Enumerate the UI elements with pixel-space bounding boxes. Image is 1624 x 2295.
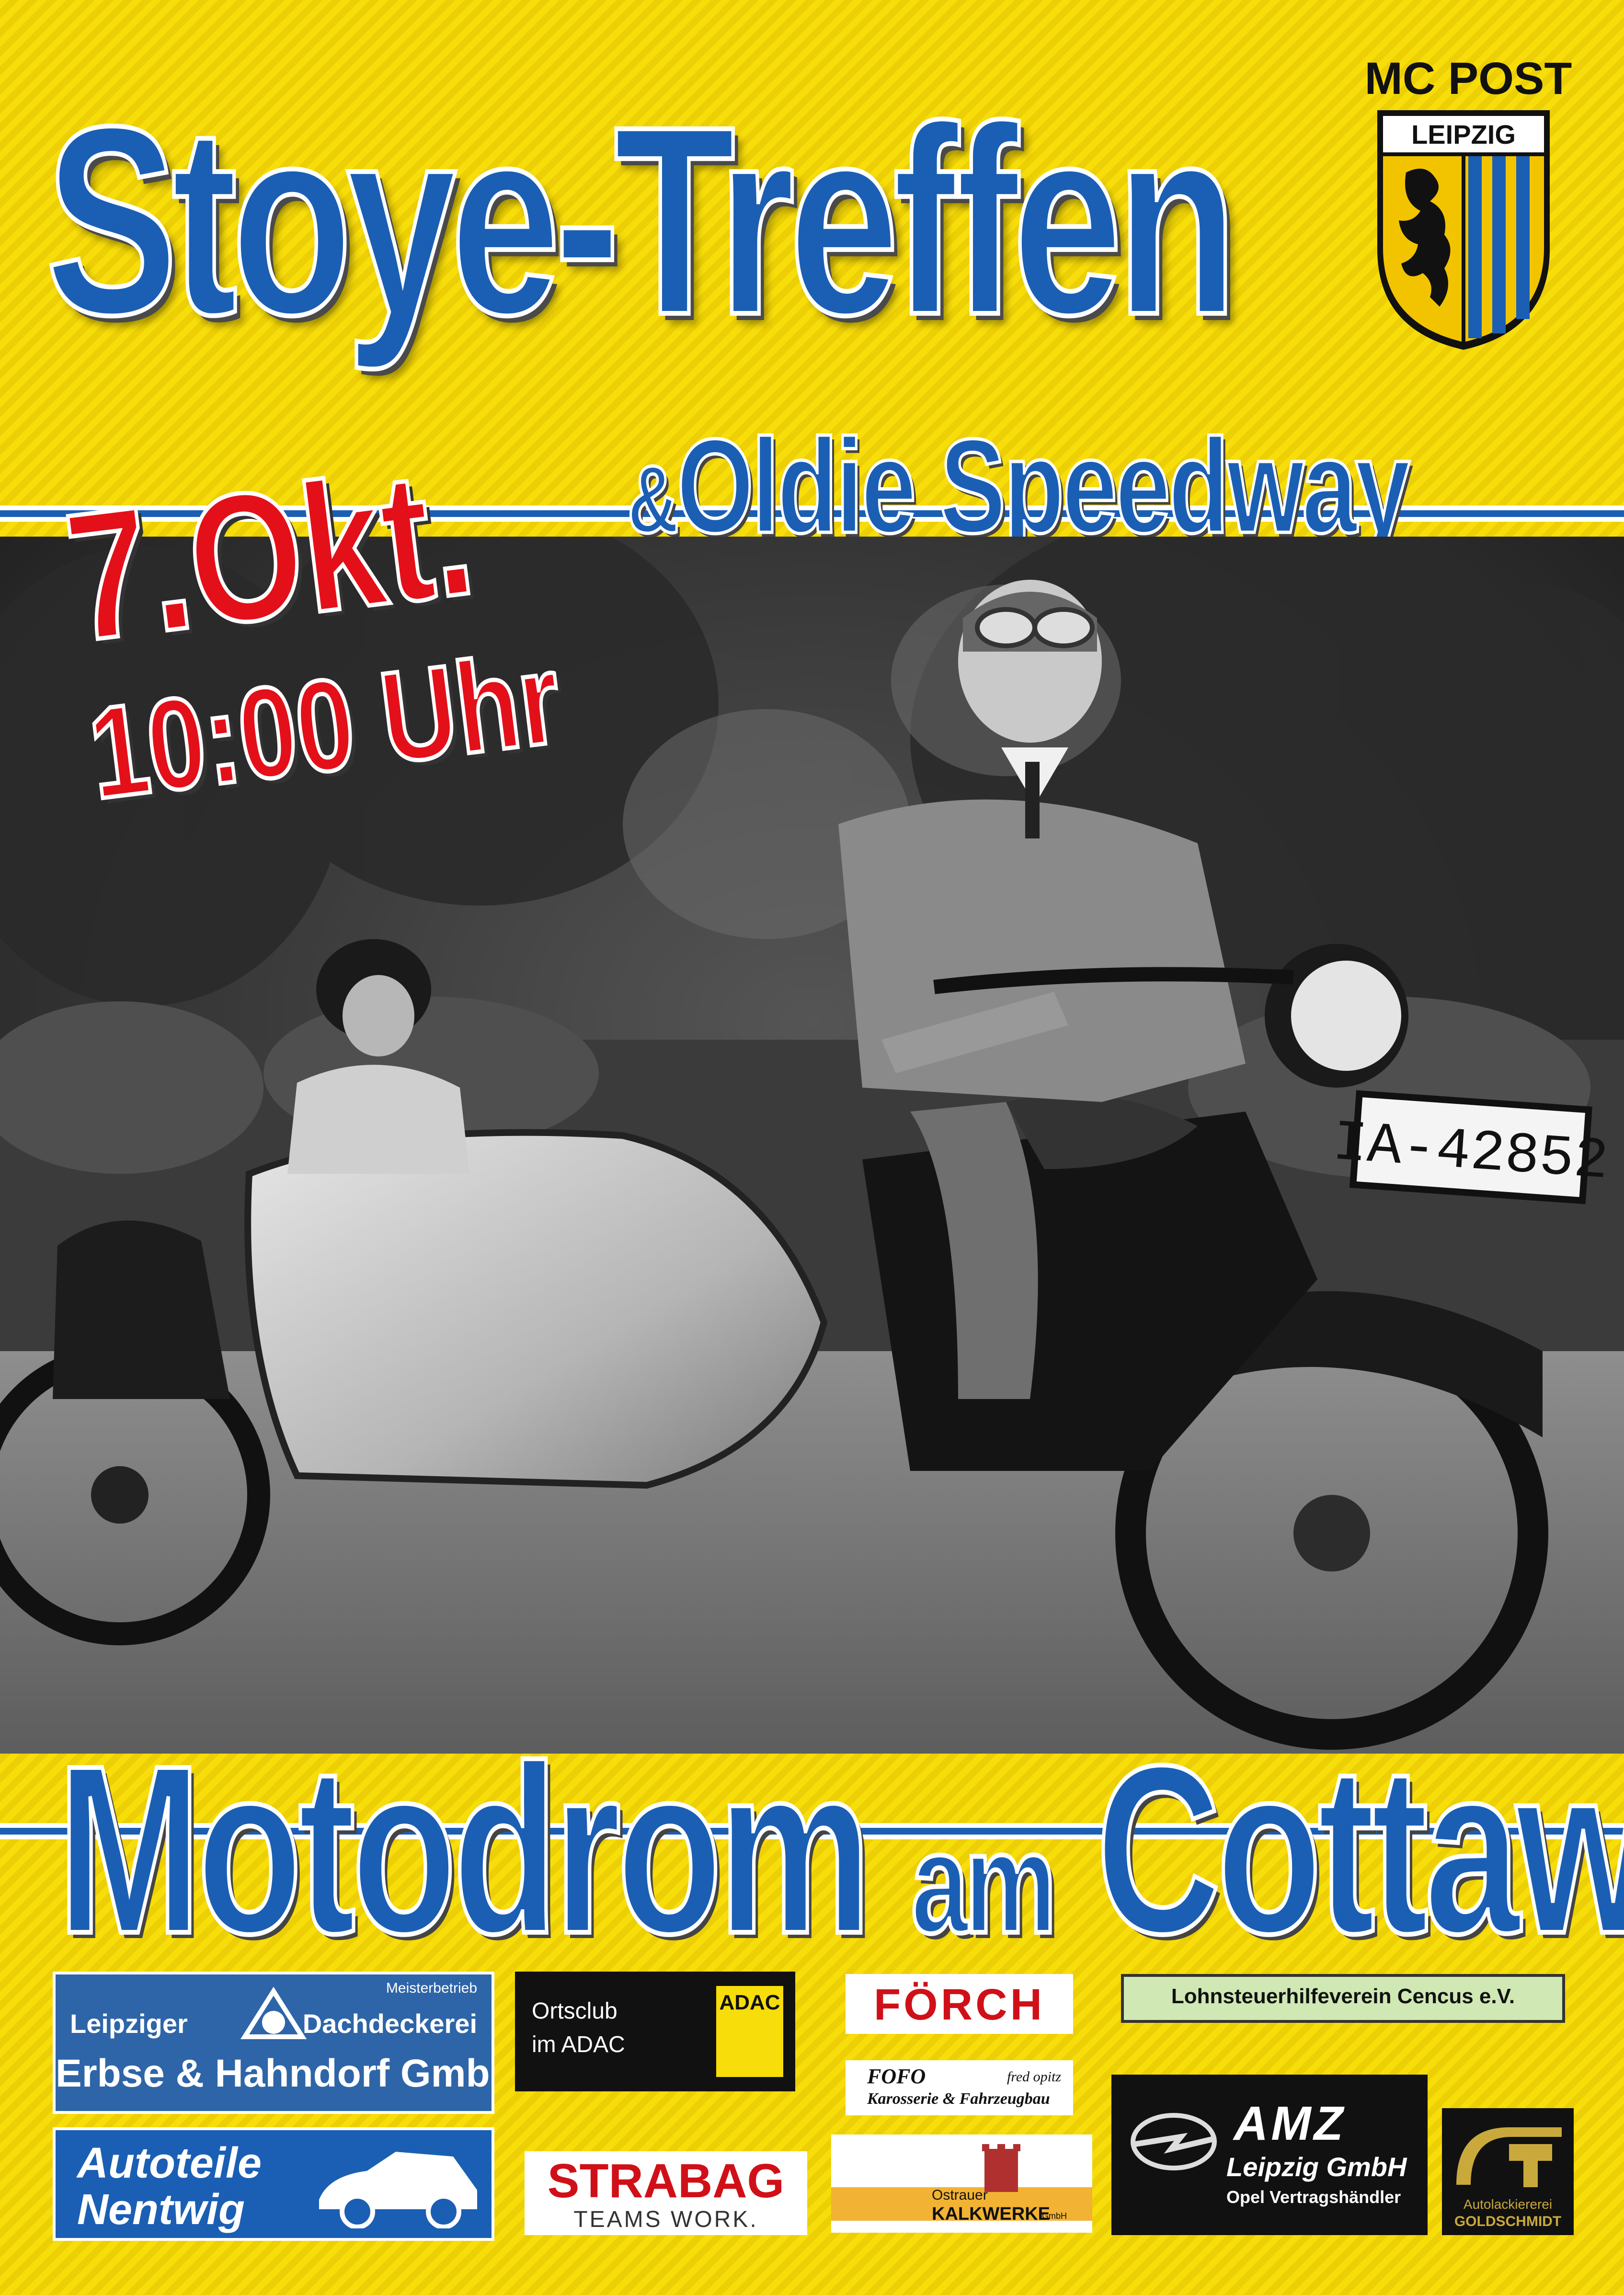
event-title: Stoye-Treffen (44, 68, 1239, 373)
sponsor-dachdeckerei-right: Dachdeckerei (302, 2008, 477, 2039)
event-datetime: 7.Okt. 10:00 Uhr (55, 419, 632, 828)
event-poster: Stoye-Treffen MC POST LEIPZIG &Oldie Spe… (0, 0, 1624, 2295)
sponsor-amz-brand: AMZ (1234, 2097, 1346, 2150)
crest-stripes (1468, 156, 1530, 338)
sponsor-autoteile-line2: Nentwig (77, 2186, 245, 2234)
sponsor-fofo-brand: FOFO (867, 2065, 926, 2088)
venue-part3: Cottaweg (1095, 1713, 1624, 1985)
adac-badge: ADAC (716, 1986, 783, 2077)
sponsor-autoteile-line1: Autoteile (77, 2139, 262, 2187)
sponsor-strabag: STRABAG TEAMS WORK. (525, 2151, 807, 2235)
sponsor-adac-line1: Ortsclub (532, 1998, 618, 2024)
sponsor-fofo-tagline: Karosserie & Fahrzeugbau (867, 2090, 1050, 2108)
tower-icon (982, 2144, 1020, 2192)
event-venue: Motodrom am Cottaweg (56, 1696, 1624, 2003)
headlight (1265, 944, 1408, 1088)
sponsor-kalkwerke-line2: KALKWERKE (932, 2204, 1050, 2224)
sponsor-amz-line3: Opel Vertragshändler (1226, 2187, 1401, 2207)
sponsor-forch-name: FÖRCH (873, 1980, 1045, 2029)
sponsor-forch: FÖRCH (846, 1974, 1073, 2034)
venue-part2: am (909, 1800, 1058, 1965)
sponsor-kalkwerke-line1: Ostrauer (932, 2187, 988, 2203)
sponsor-goldschmidt-line2: GOLDSCHMIDT (1454, 2214, 1562, 2229)
sponsor-lohnsteuerhilfeverein-name: Lohnsteuerhilfeverein Cencus e.V. (1171, 1985, 1515, 2008)
sponsor-strabag-brand: STRABAG (547, 2154, 785, 2208)
sponsor-kalkwerke-suffix: GmbH (1042, 2211, 1067, 2221)
roof-icon (240, 1986, 307, 2039)
sponsor-amz: AMZ Leipzig GmbH Opel Vertragshändler (1111, 2075, 1428, 2235)
sponsor-lohnsteuerhilfeverein: Lohnsteuerhilfeverein Cencus e.V. (1121, 1974, 1565, 2023)
sponsor-dachdeckerei-left: Leipziger (70, 2008, 188, 2039)
spray-gun-icon (1456, 2127, 1562, 2187)
sponsor-autoteile-nentwig: Autoteile Nentwig (53, 2127, 494, 2241)
sponsor-amz-line2: Leipzig GmbH (1226, 2152, 1407, 2182)
sponsor-dachdeckerei: Meisterbetrieb Leipziger Dachdeckerei Er… (53, 1972, 494, 2114)
sponsor-goldschmidt-line1: Autolackiererei (1463, 2197, 1553, 2212)
sponsor-kalkwerke: Ostrauer KALKWERKE GmbH (831, 2134, 1092, 2233)
sponsor-adac-line2: im ADAC (532, 2032, 625, 2057)
opel-logo-icon (1131, 2113, 1217, 2170)
sponsor-strabag-tagline: TEAMS WORK. (573, 2207, 758, 2232)
license-plate: IA-42852 (1330, 1090, 1611, 1205)
club-name: MC POST (1364, 53, 1572, 104)
venue-part1: Motodrom (56, 1713, 873, 1985)
car-icon (319, 2152, 477, 2228)
sponsor-goldschmidt: Autolackiererei GOLDSCHMIDT (1442, 2108, 1574, 2235)
leipzig-coat-of-arms: LEIPZIG (1377, 110, 1550, 350)
sponsor-fofo-owner: fred opitz (1006, 2069, 1061, 2085)
crest-city: LEIPZIG (1411, 119, 1516, 149)
sponsor-dachdeckerei-small: Meisterbetrieb (386, 1980, 477, 1996)
sponsor-dachdeckerei-name: Erbse & Hahndorf GmbH (56, 2052, 494, 2095)
sponsor-fofo: FOFO fred opitz Karosserie & Fahrzeugbau (846, 2060, 1073, 2115)
sponsor-adac: Ortsclub im ADAC ADAC (515, 1972, 795, 2091)
